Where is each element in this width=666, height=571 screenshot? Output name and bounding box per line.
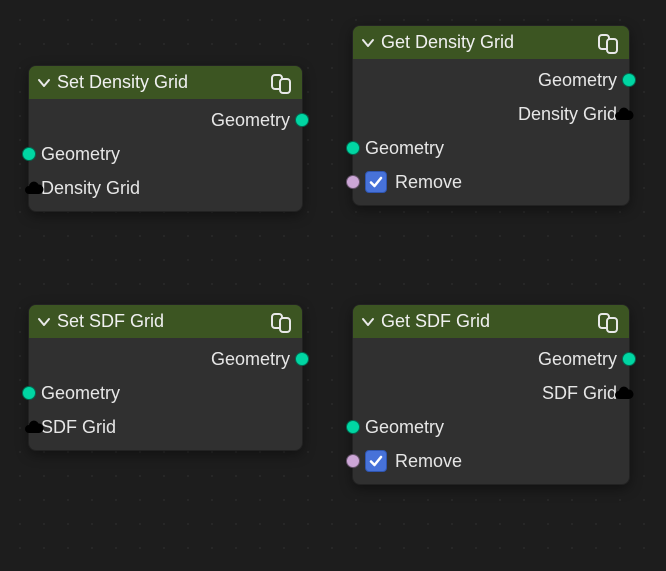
socket-geometry-input[interactable] [22,147,36,161]
input-row-remove: Remove [353,444,629,478]
node-get-density-grid[interactable]: Get Density Grid Geometry Density Grid G… [352,25,630,206]
node-title: Get Density Grid [381,32,591,53]
swap-icon[interactable] [270,311,292,333]
node-title: Get SDF Grid [381,311,591,332]
chevron-down-icon[interactable] [361,315,375,329]
socket-grid-input[interactable] [22,416,44,438]
node-header[interactable]: Set SDF Grid [29,305,302,338]
output-label: Density Grid [518,104,617,125]
input-label: Remove [395,172,462,193]
chevron-down-icon[interactable] [37,76,51,90]
socket-bool-input[interactable] [346,175,360,189]
socket-geometry-output[interactable] [295,113,309,127]
input-row-geometry: Geometry [29,376,302,410]
input-label: Geometry [41,144,120,165]
node-set-sdf-grid[interactable]: Set SDF Grid Geometry Geometry SDF Grid [28,304,303,451]
chevron-down-icon[interactable] [37,315,51,329]
socket-geometry-output[interactable] [622,352,636,366]
input-label: Density Grid [41,178,140,199]
remove-checkbox[interactable] [365,450,387,472]
output-row-geometry: Geometry [29,342,302,376]
chevron-down-icon[interactable] [361,36,375,50]
swap-icon[interactable] [270,72,292,94]
node-header[interactable]: Get Density Grid [353,26,629,59]
swap-icon[interactable] [597,311,619,333]
output-row-geometry: Geometry [353,63,629,97]
output-row-density-grid: Density Grid [353,97,629,131]
socket-bool-input[interactable] [346,454,360,468]
socket-geometry-input[interactable] [346,420,360,434]
input-label: Remove [395,451,462,472]
input-label: SDF Grid [41,417,116,438]
input-label: Geometry [41,383,120,404]
socket-geometry-input[interactable] [22,386,36,400]
input-label: Geometry [365,417,444,438]
output-row-geometry: Geometry [353,342,629,376]
node-body: Geometry Density Grid Geometry Remove [353,59,629,205]
node-title: Set Density Grid [57,72,264,93]
input-row-remove: Remove [353,165,629,199]
node-header[interactable]: Get SDF Grid [353,305,629,338]
node-title: Set SDF Grid [57,311,264,332]
output-label: Geometry [211,110,290,131]
input-row-sdf-grid: SDF Grid [29,410,302,444]
socket-grid-output[interactable] [612,382,634,404]
output-row-sdf-grid: SDF Grid [353,376,629,410]
node-body: Geometry Geometry Density Grid [29,99,302,211]
swap-icon[interactable] [597,32,619,54]
input-row-geometry: Geometry [29,137,302,171]
input-row-density-grid: Density Grid [29,171,302,205]
remove-checkbox[interactable] [365,171,387,193]
node-get-sdf-grid[interactable]: Get SDF Grid Geometry SDF Grid Geometry … [352,304,630,485]
input-row-geometry: Geometry [353,131,629,165]
output-label: Geometry [538,70,617,91]
input-label: Geometry [365,138,444,159]
socket-geometry-output[interactable] [622,73,636,87]
node-body: Geometry SDF Grid Geometry Remove [353,338,629,484]
output-label: Geometry [211,349,290,370]
output-label: Geometry [538,349,617,370]
output-row-geometry: Geometry [29,103,302,137]
node-header[interactable]: Set Density Grid [29,66,302,99]
node-body: Geometry Geometry SDF Grid [29,338,302,450]
socket-grid-output[interactable] [612,103,634,125]
socket-grid-input[interactable] [22,177,44,199]
socket-geometry-input[interactable] [346,141,360,155]
input-row-geometry: Geometry [353,410,629,444]
output-label: SDF Grid [542,383,617,404]
socket-geometry-output[interactable] [295,352,309,366]
node-set-density-grid[interactable]: Set Density Grid Geometry Geometry Densi… [28,65,303,212]
